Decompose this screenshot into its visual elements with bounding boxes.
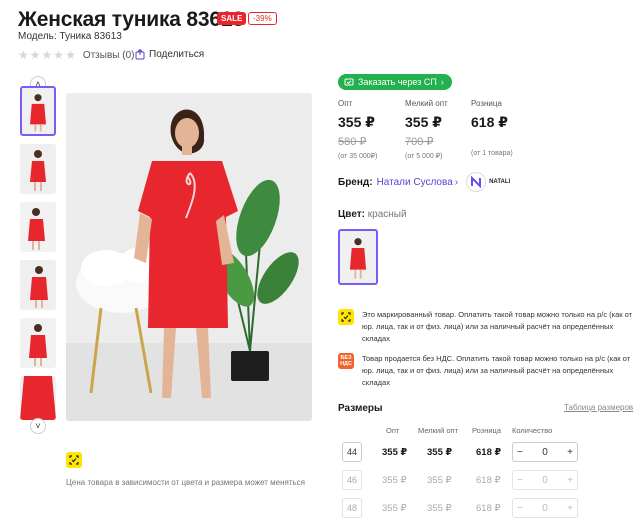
no-vat-icon: БЕЗ НДС	[338, 353, 354, 369]
size-label: 44	[342, 442, 362, 462]
star-icon[interactable]: ★	[18, 49, 29, 61]
col-header-opt: Опт	[386, 426, 400, 435]
chevron-down-icon: ˅	[35, 421, 41, 431]
quantity-stepper[interactable]: − 0 +	[512, 498, 578, 518]
rating: ★ ★ ★ ★ ★ Отзывы (0)	[18, 49, 134, 61]
chevron-right-icon: ›	[440, 77, 444, 87]
marking-icon	[66, 452, 82, 468]
marking-icon	[338, 309, 354, 325]
order-sp-button[interactable]: Заказать через СП ›	[338, 74, 452, 90]
size-label: 48	[342, 498, 362, 518]
chevron-right-icon[interactable]: ›	[455, 177, 458, 188]
price-head: Мелкий опт	[405, 99, 448, 108]
thumbnail-2[interactable]	[20, 144, 56, 194]
star-icon[interactable]: ★	[53, 49, 64, 61]
quantity-value[interactable]: 0	[542, 475, 548, 486]
price-head: Розница	[471, 99, 502, 108]
col-header-small-opt: Мелкий опт	[418, 426, 459, 435]
quantity-value[interactable]: 0	[542, 503, 548, 514]
product-model: Модель: Туника 83613	[18, 31, 122, 42]
col-header-retail: Розница	[472, 426, 501, 435]
brand-row: Бренд: Натали Суслова › NATALI	[338, 172, 510, 192]
price-old: 580 ₽	[338, 136, 367, 148]
marking-text: Это маркированный товар. Оплатить такой …	[362, 310, 633, 343]
size-price-opt: 355 ₽	[382, 447, 408, 458]
color-swatch-red[interactable]	[338, 229, 378, 285]
share-icon	[135, 49, 145, 60]
price-note: (от 1 товара)	[471, 150, 513, 157]
thumbnail-1[interactable]	[20, 86, 56, 136]
size-price-small-opt: 355 ₽	[427, 447, 453, 458]
color-row: Цвет: красный	[338, 209, 407, 220]
star-icon[interactable]: ★	[30, 49, 41, 61]
no-vat-text: Товар продается без НДС. Оплатить такой …	[362, 354, 631, 387]
price-retail: Розница 618 ₽ (от 1 товара)	[471, 99, 513, 157]
price-value: 618 ₽	[471, 114, 508, 130]
brand-label: Бренд:	[338, 176, 373, 188]
size-price-retail: 618 ₽	[476, 503, 501, 514]
minus-icon[interactable]: −	[517, 475, 523, 486]
share-label: Поделиться	[149, 49, 205, 60]
color-value: красный	[367, 209, 407, 220]
size-price-small-opt: 355 ₽	[427, 503, 452, 514]
size-row-44: 44 355 ₽ 355 ₽ 618 ₽ − 0 +	[338, 442, 638, 464]
plus-icon[interactable]: +	[567, 503, 573, 514]
brand-link[interactable]: Натали Суслова	[377, 177, 453, 188]
price-variation-note: Цена товара в зависимости от цвета и раз…	[66, 478, 306, 487]
plus-icon[interactable]: +	[567, 447, 573, 458]
sizes-label: Размеры	[338, 403, 383, 414]
price-small-opt: Мелкий опт 355 ₽ 700 ₽ (от 5 000 ₽)	[405, 99, 448, 160]
order-sp-label: Заказать через СП	[358, 77, 437, 87]
price-note: (от 35 000₽)	[338, 153, 378, 160]
col-header-qty: Количество	[512, 426, 553, 435]
brand-logo[interactable]	[466, 172, 487, 192]
size-row-46: 46 355 ₽ 355 ₽ 618 ₽ − 0 +	[338, 470, 638, 492]
size-table-link[interactable]: Таблица размеров	[564, 403, 633, 412]
size-row-48: 48 355 ₽ 355 ₽ 618 ₽ − 0 +	[338, 498, 638, 520]
thumbnail-4[interactable]	[20, 260, 56, 310]
quantity-value[interactable]: 0	[542, 447, 548, 458]
size-price-opt: 355 ₽	[382, 503, 407, 514]
star-icon[interactable]: ★	[42, 49, 53, 61]
brand-logo-text: NATALI	[489, 179, 511, 185]
star-icon[interactable]: ★	[65, 49, 76, 61]
share-button[interactable]: Поделиться	[135, 49, 204, 60]
quantity-stepper[interactable]: − 0 +	[512, 470, 578, 490]
price-value: 355 ₽	[338, 114, 375, 130]
sale-badge: SALE	[217, 12, 247, 25]
size-price-small-opt: 355 ₽	[427, 475, 452, 486]
price-value: 355 ₽	[405, 114, 442, 130]
quantity-stepper[interactable]: − 0 +	[512, 442, 578, 462]
size-price-opt: 355 ₽	[382, 475, 407, 486]
thumbnail-3[interactable]	[20, 202, 56, 252]
price-head: Опт	[338, 99, 353, 108]
discount-badge: -39%	[248, 12, 277, 25]
size-price-retail: 618 ₽	[476, 447, 502, 458]
thumbnail-6[interactable]	[20, 376, 56, 420]
marking-info: Это маркированный товар. Оплатить такой …	[338, 309, 640, 345]
cart-icon	[344, 78, 354, 85]
minus-icon[interactable]: −	[517, 447, 523, 458]
product-title: Женская туника 83613	[18, 8, 244, 31]
size-label: 46	[342, 470, 362, 490]
plus-icon[interactable]: +	[567, 475, 573, 486]
price-opt: Опт 355 ₽ 580 ₽ (от 35 000₽)	[338, 99, 377, 160]
main-product-image[interactable]	[66, 93, 312, 421]
minus-icon[interactable]: −	[517, 503, 523, 514]
thumbnail-5[interactable]	[20, 318, 56, 368]
color-label: Цвет:	[338, 209, 365, 220]
price-old: 700 ₽	[405, 136, 434, 148]
price-note: (от 5 000 ₽)	[405, 153, 443, 160]
reviews-link[interactable]: Отзывы (0)	[83, 50, 135, 61]
thumbs-down-button[interactable]: ˅	[30, 418, 46, 434]
size-price-retail: 618 ₽	[476, 475, 501, 486]
no-vat-info: БЕЗ НДС Товар продается без НДС. Оплатит…	[338, 353, 640, 389]
